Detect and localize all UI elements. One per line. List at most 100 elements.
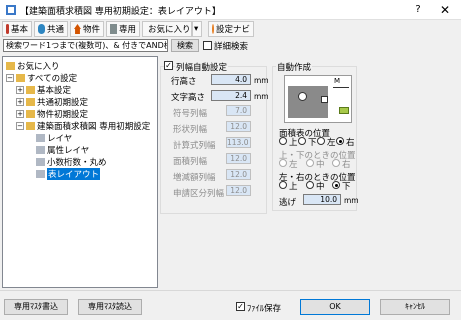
row-height-unit: mm: [254, 76, 269, 85]
basic-button[interactable]: 基本: [2, 21, 32, 37]
common-button[interactable]: 共通: [34, 21, 68, 37]
tree-item-favorites[interactable]: お気に入り: [6, 60, 60, 72]
navi-button[interactable]: 設定ナビ: [208, 21, 254, 37]
settings-icon: [36, 133, 45, 142]
common-label: 共通: [46, 25, 64, 35]
table-pos-bottom-label: 下: [308, 138, 317, 148]
preview-table-marker: [339, 107, 349, 114]
tree-item-common[interactable]: + 共通初期設定: [16, 96, 89, 108]
tree-label: すべての設定: [27, 73, 78, 84]
search-button[interactable]: 検索: [171, 39, 199, 52]
tree-label: 共通初期設定: [37, 97, 89, 108]
gap-label: 逃げ: [279, 198, 297, 208]
save-file-checkbox[interactable]: ✓: [236, 302, 245, 311]
tree-label: レイヤ: [47, 133, 73, 144]
text-height-unit: mm: [254, 92, 269, 101]
auto-create-label: 自動作成: [276, 61, 313, 73]
table-pos-right-label: 右: [346, 138, 355, 148]
tree-label: 建築面積求積図 専用初期設定: [37, 121, 151, 132]
category-col-field: 12.0: [226, 185, 251, 196]
ud-pos-center-radio: [306, 159, 314, 167]
lr-pos-top-radio[interactable]: [279, 181, 287, 189]
tree-label: 小数桁数・丸め: [47, 157, 107, 168]
increase-col-label: 増減額列幅: [173, 173, 216, 183]
row-height-label: 行高さ: [171, 77, 197, 87]
tree-label-selected: 表レイアウト: [47, 167, 101, 180]
basic-icon: [6, 24, 9, 34]
gap-field[interactable]: 10.0: [303, 194, 341, 205]
preview-marker-square: [321, 96, 328, 103]
collapse-toggle[interactable]: −: [16, 121, 24, 130]
text-height-label: 文字高さ: [171, 93, 206, 103]
expand-toggle[interactable]: +: [16, 85, 24, 94]
tree-item-property[interactable]: + 物件初期設定: [16, 108, 89, 120]
dedicated-button[interactable]: 専用: [106, 21, 140, 37]
settings-icon: [36, 169, 45, 178]
folder-icon: [6, 61, 15, 70]
auto-column-checkbox[interactable]: ✓: [164, 61, 173, 70]
title-bar: 【建築面積求積図 専用初期設定：表レイアウト】 ? ✕: [0, 0, 461, 20]
folder-icon: [26, 109, 35, 118]
detail-search-label: 詳細検索: [214, 42, 249, 52]
basic-label: 基本: [10, 25, 28, 35]
favorites-label: お気に入り: [148, 25, 191, 35]
favorites-dropdown[interactable]: ▾: [192, 21, 202, 37]
favorites-button[interactable]: お気に入り: [142, 21, 192, 37]
tree-item-attr-layer[interactable]: 属性レイヤ: [36, 144, 90, 156]
search-input[interactable]: 検索ワード1つまで(複数可)、& 付きでAND検索文字): [3, 39, 168, 52]
ud-pos-right-label: 右: [342, 160, 351, 170]
lr-pos-bottom-radio[interactable]: [332, 181, 340, 189]
cancel-button[interactable]: ｷｬﾝｾﾙ: [380, 299, 450, 315]
expand-toggle[interactable]: +: [16, 109, 24, 118]
help-button[interactable]: ?: [405, 2, 431, 18]
master-write-button[interactable]: 専用ﾏｽﾀ書込: [4, 299, 68, 315]
tree-item-dedicated[interactable]: − 建築面積求積図 専用初期設定: [16, 120, 151, 132]
preview-dimension-label: M: [334, 77, 341, 85]
ud-pos-left-label: 左: [289, 160, 298, 170]
tree-item-basic[interactable]: + 基本設定: [16, 84, 71, 96]
lr-pos-center-label: 中: [316, 182, 325, 192]
tree-item-all[interactable]: − すべての設定: [6, 72, 78, 84]
detail-search-checkbox[interactable]: [203, 41, 212, 50]
formula-col-label: 計算式列幅: [173, 141, 216, 151]
dedicated-label: 専用: [118, 25, 136, 35]
settings-icon: [36, 157, 45, 166]
property-label: 物件: [82, 25, 100, 35]
column-width-label: 列幅自動設定: [175, 61, 229, 73]
tree-item-decimals[interactable]: 小数桁数・丸め: [36, 156, 107, 168]
area-col-label: 面積列幅: [173, 157, 208, 167]
layout-preview: M: [284, 75, 352, 123]
folder-icon: [26, 97, 35, 106]
category-col-label: 申請区分列幅: [173, 189, 225, 199]
table-pos-top-label: 上: [289, 138, 298, 148]
tree-label: 属性レイヤ: [47, 145, 90, 156]
lr-pos-center-radio[interactable]: [306, 181, 314, 189]
text-height-field[interactable]: 2.4: [211, 90, 251, 101]
lr-pos-top-label: 上: [289, 182, 298, 192]
bottom-bar: 専用ﾏｽﾀ書込 専用ﾏｽﾀ読込 ✓ ﾌｧｲﾙ保存 OK ｷｬﾝｾﾙ: [0, 290, 461, 320]
save-file-label: ﾌｧｲﾙ保存: [247, 304, 282, 314]
lr-pos-bottom-label: 下: [342, 182, 351, 192]
ud-pos-right-radio: [332, 159, 340, 167]
preview-marker: [298, 92, 307, 101]
table-pos-right-radio[interactable]: [336, 137, 344, 145]
tree-item-table-layout[interactable]: 表レイアウト: [36, 167, 101, 180]
ok-button[interactable]: OK: [300, 299, 370, 315]
settings-tree[interactable]: お気に入り − すべての設定 + 基本設定 + 共通初期設定 + 物件初期設定 − 建築面…: [2, 56, 158, 288]
tree-label: 物件初期設定: [37, 109, 89, 120]
window-title: 【建築面積求積図 専用初期設定：表レイアウト】: [20, 7, 221, 17]
folder-icon: [16, 73, 25, 82]
expand-toggle[interactable]: +: [16, 97, 24, 106]
property-button[interactable]: 物件: [70, 21, 104, 37]
tree-item-layer[interactable]: レイヤ: [36, 132, 73, 144]
ud-pos-left-radio: [279, 159, 287, 167]
row-height-field[interactable]: 4.0: [211, 74, 251, 85]
close-button[interactable]: ✕: [432, 2, 458, 18]
collapse-toggle[interactable]: −: [6, 73, 14, 82]
master-read-button[interactable]: 専用ﾏｽﾀ読込: [78, 299, 142, 315]
folder-icon: [26, 85, 35, 94]
table-pos-left-radio[interactable]: [317, 137, 325, 145]
shape-col-field: 12.0: [226, 121, 251, 132]
table-pos-bottom-radio[interactable]: [298, 137, 306, 145]
table-pos-top-radio[interactable]: [279, 137, 287, 145]
